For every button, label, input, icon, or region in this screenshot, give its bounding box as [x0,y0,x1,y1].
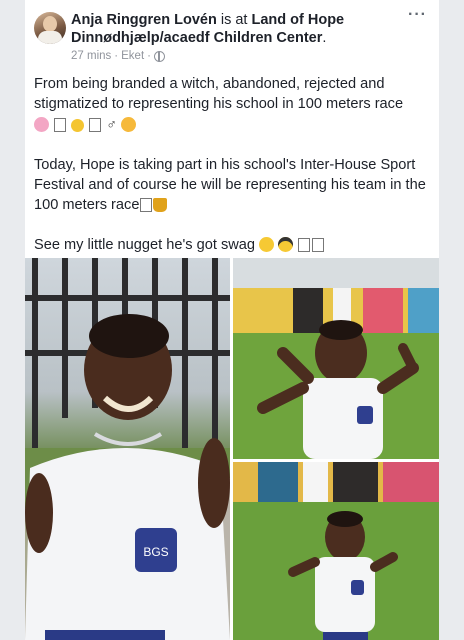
missing-glyph-icon-5 [312,238,325,252]
trophy-icon [153,198,168,212]
paragraph-3-text: See my little nugget he's got swag [34,237,256,253]
grin-icon [259,237,275,252]
photo-grid: BGS [25,258,439,640]
globe-icon [153,50,165,62]
missing-glyph-icon-2 [89,118,102,132]
boy-pose-field-photo[interactable] [233,258,439,459]
missing-glyph-icon [54,118,67,132]
missing-glyph-icon-4 [298,238,311,252]
post-card: Anja Ringgren Lovén is at Land of Hope D… [25,0,439,640]
author-name[interactable]: Anja Ringgren Lovén [71,12,217,28]
heart-eyes-icon [120,117,136,132]
post-header: Anja Ringgren Lovén is at Land of Hope D… [71,11,401,47]
post-meta: 27 mins · Eket · [71,50,165,62]
meta-separator: · [114,50,119,62]
more-options-icon[interactable]: ··· [408,6,427,24]
avatar-head [43,16,57,32]
post-paragraph-1: From being branded a witch, abandoned, r… [34,74,436,135]
ear-icon [34,117,49,132]
boy-thumbs-up-drawing: BGS [25,258,230,640]
paragraph-1-text: From being branded a witch, abandoned, r… [34,76,404,112]
post-paragraph-3: See my little nugget he's got swag [34,235,436,255]
svg-text:BGS: BGS [143,545,168,559]
boy-pose-field-photo-2[interactable] [233,462,439,640]
male-sign-icon: ♂ [106,116,117,132]
location-end: . [322,30,327,46]
post-paragraph-2: Today, Hope is taking part in his school… [34,155,436,215]
meta-separator-2: · [147,50,151,62]
boy-thumbs-up-photo[interactable]: BGS [25,258,230,640]
boy-pose-field-drawing-2 [233,462,439,640]
post-body: From being branded a witch, abandoned, r… [34,74,436,275]
avatar[interactable] [34,12,66,44]
is-at-text: is at [216,12,252,28]
boy-pose-field-drawing [233,258,439,459]
sparkle-icon [71,119,85,132]
post-place[interactable]: Eket [121,50,144,62]
avatar-body [38,31,62,44]
post-time[interactable]: 27 mins [71,50,111,62]
paragraph-2-text: Today, Hope is taking part in his school… [34,157,426,213]
sunglasses-icon [278,237,294,252]
missing-glyph-icon-3 [140,198,153,212]
